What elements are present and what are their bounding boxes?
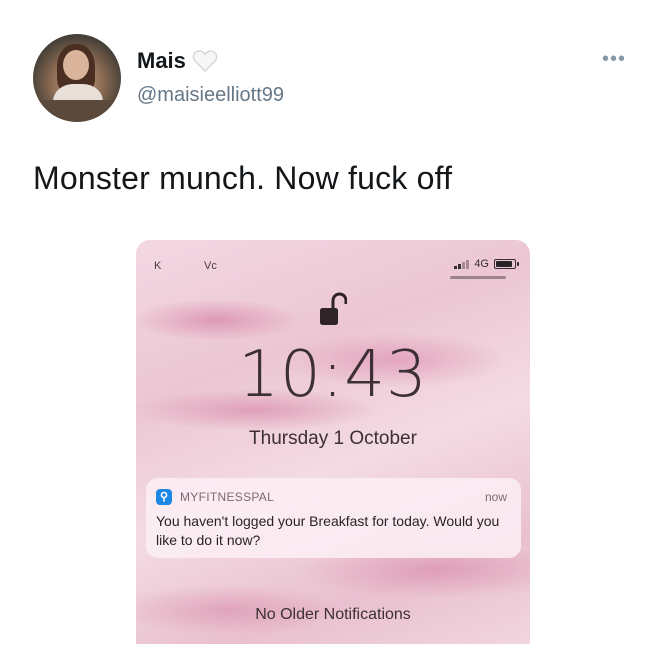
no-older-notifications: No Older Notifications (255, 606, 411, 623)
lockscreen-date: Thursday 1 October (249, 428, 417, 449)
control-center-indicator (450, 276, 506, 279)
more-options-icon[interactable]: ••• (602, 48, 626, 71)
network-type: 4G (474, 258, 489, 270)
status-bar-right: 4G (454, 258, 519, 270)
notification-app-name: MYFITNESSPAL (180, 490, 275, 504)
tweet-avatar[interactable] (33, 34, 121, 122)
battery-icon (494, 259, 519, 269)
notification-body: You haven't logged your Breakfast for to… (156, 513, 500, 548)
author-handle[interactable]: @maisieelliott99 (137, 84, 284, 107)
lockscreen-time: 10:43 (238, 338, 428, 412)
carrier-label: Vc (204, 260, 217, 272)
status-left-text: K (154, 260, 162, 272)
myfitnesspal-app-icon: ⚲ (156, 489, 172, 505)
signal-bars-icon (454, 259, 470, 269)
lockscreen-image: K Vc 4G 10:43 Thursday 1 October ⚲ MYFIT… (136, 240, 530, 644)
author-name[interactable]: Mais (137, 48, 186, 74)
white-heart-icon (192, 50, 218, 72)
author-row: Mais (137, 48, 218, 74)
notification-card[interactable]: ⚲ MYFITNESSPAL now You haven't logged yo… (146, 478, 521, 558)
notification-time: now (484, 490, 507, 504)
unlocked-padlock-icon (320, 292, 347, 325)
tweet-text: Monster munch. Now fuck off (33, 160, 453, 196)
